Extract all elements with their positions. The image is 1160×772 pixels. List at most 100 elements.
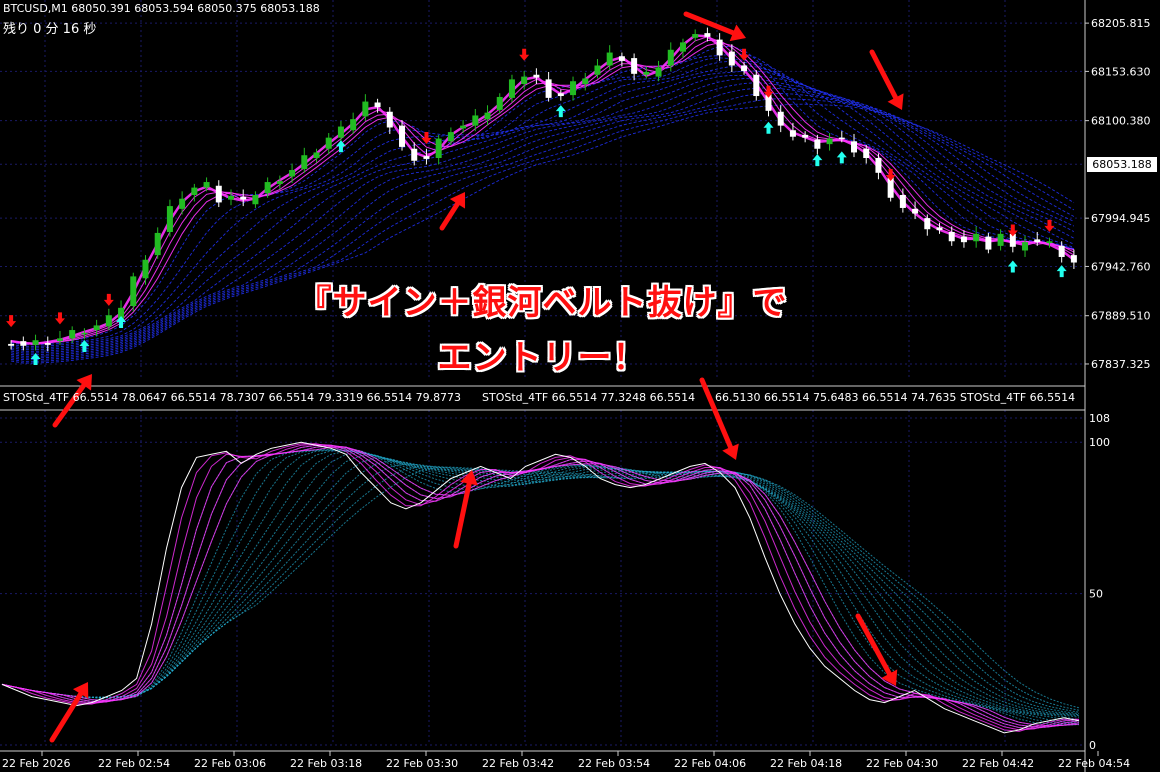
candle-body — [374, 102, 381, 108]
osc-ribbon-line — [1, 463, 1080, 713]
price-tick-label: 67994.945 — [1091, 212, 1151, 225]
candle-body — [1058, 245, 1065, 257]
price-tick-label: 67889.510 — [1091, 310, 1151, 323]
candle-body — [472, 115, 479, 126]
time-tick-label: 22 Feb 04:54 — [1058, 757, 1130, 770]
candle-body — [1070, 255, 1077, 263]
red-arrow-shaft — [869, 49, 899, 101]
candle-body — [411, 148, 418, 161]
candle-body — [1022, 242, 1029, 251]
candle-body — [545, 79, 552, 98]
candle-body — [863, 148, 870, 158]
candle-body — [912, 208, 919, 214]
up-sign-icon — [763, 121, 774, 134]
candle-body — [508, 79, 515, 98]
ribbon-line — [11, 103, 1075, 364]
remaining-time: 残り 0 分 16 秒 — [3, 22, 97, 37]
candle-body — [166, 206, 173, 232]
candle-body — [215, 185, 222, 203]
time-tick-label: 22 Feb 03:42 — [482, 757, 554, 770]
candle-body — [191, 187, 198, 195]
time-tick-label: 22 Feb 04:06 — [674, 757, 746, 770]
time-tick-label: 22 Feb 02:54 — [98, 757, 170, 770]
candle-body — [814, 139, 821, 149]
candle-body — [252, 195, 259, 205]
osc-ma-line — [1, 443, 1079, 732]
candle-body — [985, 236, 992, 250]
price-tick-label: 68153.630 — [1091, 65, 1151, 78]
candle-body — [777, 111, 784, 126]
candle-body — [1034, 239, 1041, 243]
candle-body — [362, 101, 369, 117]
candle-body — [1046, 241, 1053, 244]
up-sign-icon — [555, 105, 566, 118]
candle-body — [679, 42, 686, 52]
osc-tick-label: 108 — [1089, 412, 1110, 425]
price-tick-label: 68205.815 — [1091, 17, 1151, 30]
candle-body — [313, 152, 320, 158]
candle-body — [533, 74, 540, 78]
overlay-line-1: 『サイン＋銀河ベルト抜け』で — [297, 283, 788, 323]
candle-body — [325, 137, 332, 149]
chart-canvas: 68205.815 68153.630 68100.380 67994.945 6794… — [0, 0, 1151, 772]
candle-body — [789, 130, 796, 137]
candle-body — [582, 78, 589, 84]
osc-tick-label: 100 — [1089, 436, 1110, 449]
candle-body — [337, 126, 344, 138]
candle-body — [557, 93, 564, 97]
osc-ribbon-line — [1, 449, 1080, 725]
time-tick-label: 22 Feb 04:30 — [866, 757, 938, 770]
candle-body — [460, 125, 467, 129]
candle-body — [521, 76, 528, 84]
candle-body — [948, 232, 955, 242]
osc-ma-line — [1, 446, 1080, 727]
time-tick-label: 22 Feb 03:54 — [578, 757, 650, 770]
candle-body — [264, 182, 271, 194]
candle-body — [435, 138, 442, 158]
candle-body — [289, 170, 296, 177]
candle-body — [802, 134, 809, 138]
osc-ribbon-line — [1, 445, 1080, 728]
candle-body — [631, 58, 638, 74]
candle-body — [716, 39, 723, 56]
candle-body — [899, 195, 906, 208]
candle-body — [997, 233, 1004, 246]
candle-body — [594, 65, 601, 75]
osc-main-line — [1, 441, 1080, 734]
osc-tick-label: 0 — [1089, 739, 1096, 752]
osc-ribbon-line — [1, 457, 1080, 716]
candle-body — [179, 198, 186, 209]
down-sign-icon — [1044, 219, 1055, 232]
time-tick-label: 22 Feb 04:42 — [962, 757, 1034, 770]
osc-ribbon-line — [1, 446, 1080, 727]
candle-body — [386, 111, 393, 128]
candle-body — [606, 52, 613, 66]
candle-body — [484, 112, 491, 120]
time-tick-label: 22 Feb 2026 — [2, 757, 70, 770]
candle-body — [447, 132, 454, 142]
candle-body — [496, 96, 503, 110]
candle-body — [753, 74, 760, 97]
candle-body — [667, 49, 674, 66]
candle-body — [741, 65, 748, 72]
time-tick-label: 22 Feb 04:18 — [770, 757, 842, 770]
osc-ribbon-line — [1, 449, 1080, 724]
candle-body — [301, 155, 308, 170]
candle-body — [924, 218, 931, 230]
symbol-line: BTCUSD,M1 68050.391 68053.594 68050.375 … — [3, 2, 320, 15]
candle-body — [276, 181, 283, 184]
candle-body — [350, 119, 357, 131]
candle-body — [704, 33, 711, 37]
osc-tick-label: 50 — [1089, 588, 1103, 601]
candle-body — [240, 196, 247, 200]
candle-body — [692, 34, 699, 38]
osc-ribbon-line — [1, 450, 1080, 723]
down-sign-icon — [1007, 224, 1018, 237]
osc-ribbon-line — [1, 465, 1080, 711]
time-tick-label: 22 Feb 03:18 — [290, 757, 362, 770]
indicator-label: 66.5130 66.5514 75.6483 66.5514 74.7635 — [715, 391, 957, 404]
up-sign-icon — [836, 151, 847, 164]
candle-body — [973, 233, 980, 242]
time-tick-label: 22 Feb 03:06 — [194, 757, 266, 770]
candle-body — [570, 81, 577, 96]
